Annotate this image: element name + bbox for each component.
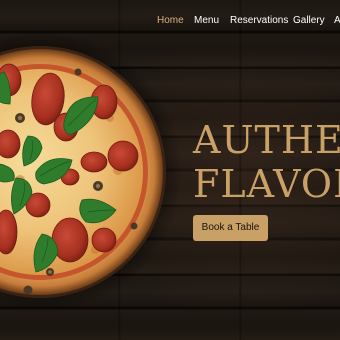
book-a-table-button[interactable]: Book a Table [193,215,268,241]
top-navigation: Home Menu Reservations Gallery A [0,0,340,44]
headline-line-2: FLAVOR [193,162,340,206]
nav-item-reservations[interactable]: Reservations [230,15,288,26]
headline-line-1: AUTHEN [193,118,340,162]
nav-item-about[interactable]: A [334,15,340,26]
hero-section: Home Menu Reservations Gallery A AUTHE F… [0,0,340,340]
nav-item-gallery[interactable]: Gallery [293,15,325,26]
nav-item-menu[interactable]: Menu [194,15,219,26]
hero-headline: AUTHEN FLAVOR [193,118,340,206]
nav-item-home[interactable]: Home [157,15,184,26]
